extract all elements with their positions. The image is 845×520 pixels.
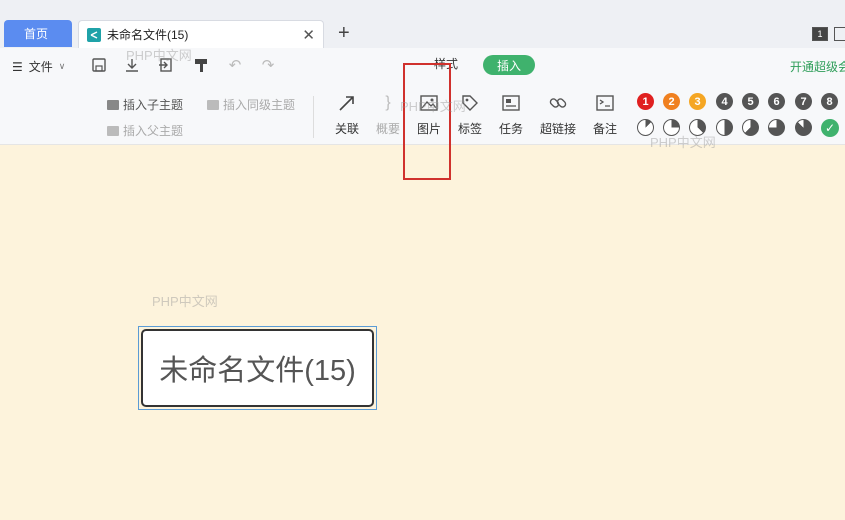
file-menu[interactable]: ☰ 文件 ∨	[12, 58, 65, 75]
arrow-icon	[336, 92, 358, 114]
insert-sibling-topic-button[interactable]: 插入同级主题	[207, 96, 295, 113]
tab-home[interactable]: 首页	[4, 20, 72, 47]
tab-bar: 首页 未命名文件(15) ✕ + 1	[0, 0, 845, 48]
watermark: PHP中文网	[400, 99, 466, 114]
file-menu-label: 文件	[28, 60, 53, 74]
priority-4-icon[interactable]: 4	[716, 93, 733, 110]
insert-child-topic-button[interactable]: 插入子主题	[107, 96, 183, 113]
task-label: 任务	[498, 122, 523, 136]
task-icon	[500, 92, 522, 114]
priority-2-icon[interactable]: 2	[663, 93, 680, 110]
watermark: PHP中文网	[126, 48, 192, 63]
close-tab-icon[interactable]: ✕	[302, 26, 315, 44]
save-icon[interactable]	[90, 56, 108, 74]
progress-6-icon[interactable]	[768, 119, 785, 136]
tab-document-label: 未命名文件(15)	[107, 28, 189, 42]
progress-7-icon[interactable]	[795, 119, 812, 136]
watermark: PHP中文网	[650, 135, 716, 150]
tab-document[interactable]: 未命名文件(15) ✕	[78, 20, 324, 48]
child-topic-icon	[107, 99, 119, 110]
window-badge[interactable]: 1	[812, 27, 828, 41]
watermark: PHP中文网	[152, 294, 218, 309]
priority-5-icon[interactable]: 5	[742, 93, 759, 110]
priority-7-icon[interactable]: 7	[795, 93, 812, 110]
sibling-topic-icon	[207, 99, 219, 110]
tab-insert[interactable]: 插入	[483, 55, 535, 75]
note-tool[interactable]: 备注	[585, 92, 625, 137]
note-icon	[594, 92, 616, 114]
root-topic-label: 未命名文件(15)	[159, 355, 356, 387]
priority-6-icon[interactable]: 6	[768, 93, 785, 110]
progress-4-icon[interactable]	[716, 119, 733, 136]
toolbar-divider	[313, 96, 314, 138]
insert-parent-topic-label: 插入父主题	[123, 124, 184, 138]
redo-icon[interactable]: ↷	[259, 56, 277, 74]
priority-8-icon[interactable]: 8	[821, 93, 838, 110]
insert-sibling-topic-label: 插入同级主题	[223, 98, 296, 112]
priority-1-icon[interactable]: 1	[637, 93, 654, 110]
hyperlink-label: 超链接	[539, 122, 576, 136]
summary-label: 概要	[375, 122, 400, 136]
priority-3-icon[interactable]: 3	[689, 93, 706, 110]
format-painter-icon[interactable]	[192, 56, 210, 74]
relation-label: 关联	[334, 122, 359, 136]
new-tab-button[interactable]: +	[338, 22, 350, 45]
progress-5-icon[interactable]	[742, 119, 759, 136]
insert-child-topic-label: 插入子主题	[123, 98, 184, 112]
window-control-icon[interactable]	[834, 27, 845, 41]
mindmap-doc-icon	[87, 27, 101, 42]
highlight-box	[403, 63, 451, 180]
note-label: 备注	[592, 122, 617, 136]
brace-icon: }	[385, 94, 391, 111]
hyperlink-tool[interactable]: 超链接	[538, 92, 578, 137]
insert-parent-topic-button[interactable]: 插入父主题	[107, 122, 183, 139]
menu-icon: ☰	[12, 59, 23, 74]
link-icon	[547, 92, 569, 114]
root-topic-node[interactable]: 未命名文件(15)	[141, 329, 374, 407]
vip-link[interactable]: 开通超级会	[790, 58, 845, 75]
parent-topic-icon	[107, 125, 119, 136]
task-tool[interactable]: 任务	[491, 92, 531, 137]
chevron-down-icon: ∨	[58, 61, 66, 71]
tag-label: 标签	[457, 122, 482, 136]
check-complete-icon[interactable]: ✓	[821, 119, 839, 137]
relation-tool[interactable]: 关联	[327, 92, 367, 137]
undo-icon[interactable]: ↶	[226, 56, 244, 74]
